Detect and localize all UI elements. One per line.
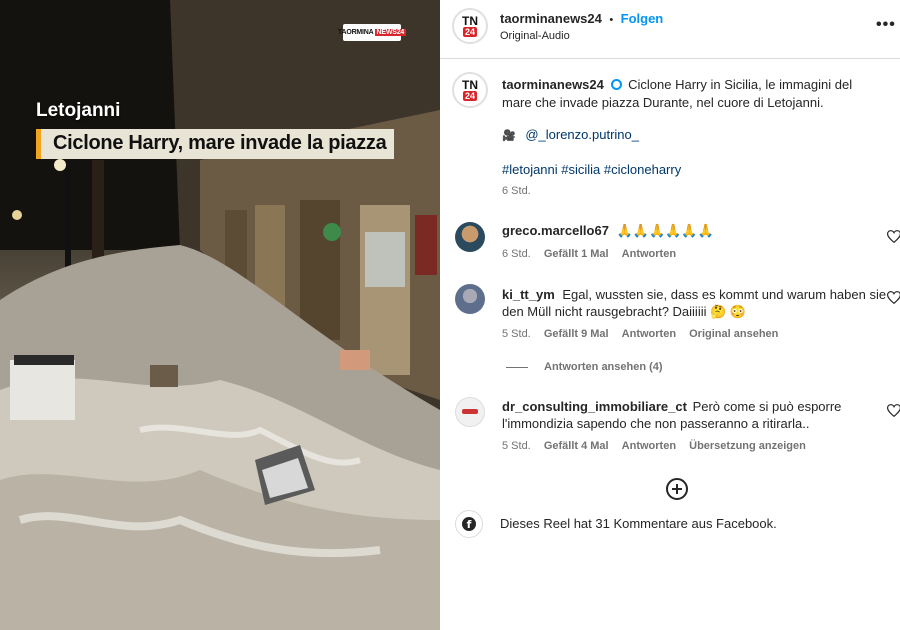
caption-avatar[interactable]: TN 24 bbox=[452, 72, 488, 108]
post-header: taorminanews24 • Folgen bbox=[500, 11, 663, 28]
header-divider bbox=[440, 58, 900, 59]
comment-1-body: greco.marcello67 🙏🙏🙏🙏🙏🙏 bbox=[502, 223, 714, 239]
view-replies-button[interactable]: Antworten ansehen (4) bbox=[544, 361, 663, 373]
comment-likes[interactable]: Gefällt 9 Mal bbox=[544, 328, 609, 340]
comment-avatar[interactable] bbox=[455, 284, 485, 314]
video-headline: Ciclone Harry, mare invade la piazza bbox=[36, 129, 395, 159]
comment-text: Egal, wussten sie, dass es kommt und war… bbox=[502, 287, 887, 319]
caption-mention-link[interactable]: @_lorenzo.putrino_ bbox=[525, 127, 639, 142]
header-separator: • bbox=[609, 14, 614, 26]
flood-scene-image bbox=[0, 0, 440, 630]
reel-video[interactable]: TAORMINA NEWS24 Letojanni Ciclone Harry, … bbox=[0, 0, 440, 630]
account-avatar[interactable]: TN 24 bbox=[452, 8, 488, 44]
see-original-button[interactable]: Original ansehen bbox=[689, 328, 778, 340]
news-watermark-logo: TAORMINA NEWS24 bbox=[338, 24, 407, 41]
comment-likes[interactable]: Gefällt 4 Mal bbox=[544, 440, 609, 452]
facebook-icon: f bbox=[455, 510, 483, 538]
comment-likes[interactable]: Gefällt 1 Mal bbox=[544, 248, 609, 260]
caption-username[interactable]: taorminanews24 bbox=[502, 77, 604, 92]
comment-username[interactable]: ki_tt_ym bbox=[502, 287, 555, 302]
facebook-comments-note: Dieses Reel hat 31 Kommentare aus Facebo… bbox=[500, 516, 777, 531]
follow-button[interactable]: Folgen bbox=[621, 11, 664, 26]
caption-time[interactable]: 6 Std. bbox=[502, 185, 531, 197]
comment-username[interactable]: dr_consulting_immobiliare_ct bbox=[502, 399, 687, 414]
video-place-label: Letojanni bbox=[36, 100, 121, 121]
comment-2-meta: 5 Std. Gefällt 9 Mal Antworten Original … bbox=[502, 328, 778, 340]
plus-circle-icon[interactable] bbox=[665, 477, 689, 501]
comment-username[interactable]: greco.marcello67 bbox=[502, 223, 609, 238]
comment-reply-button[interactable]: Antworten bbox=[622, 248, 676, 260]
comment-2-body: ki_tt_ym Egal, wussten sie, dass es komm… bbox=[502, 286, 887, 320]
caption-mention-row: 🎥 @_lorenzo.putrino_ bbox=[502, 127, 639, 142]
comment-time[interactable]: 5 Std. bbox=[502, 328, 531, 340]
comment-3-body: dr_consulting_immobiliare_ct Però come s… bbox=[502, 398, 887, 432]
comment-reply-button[interactable]: Antworten bbox=[622, 440, 676, 452]
comment-reply-button[interactable]: Antworten bbox=[622, 328, 676, 340]
verified-badge-icon bbox=[610, 79, 622, 90]
replies-line bbox=[506, 367, 528, 368]
translate-button[interactable]: Übersetzung anzeigen bbox=[689, 440, 806, 452]
like-heart-icon[interactable] bbox=[887, 404, 900, 417]
comment-text: 🙏🙏🙏🙏🙏🙏 bbox=[616, 223, 714, 238]
header-username[interactable]: taorminanews24 bbox=[500, 11, 602, 26]
comment-time[interactable]: 5 Std. bbox=[502, 440, 531, 452]
like-heart-icon[interactable] bbox=[887, 291, 900, 304]
camera-icon: 🎥 bbox=[502, 130, 516, 142]
caption-hashtags[interactable]: #letojanni #sicilia #cicloneharry bbox=[502, 162, 681, 177]
like-heart-icon[interactable] bbox=[887, 230, 900, 243]
comment-3-meta: 5 Std. Gefällt 4 Mal Antworten Übersetzu… bbox=[502, 440, 806, 452]
comment-avatar[interactable] bbox=[455, 222, 485, 252]
more-dots-icon[interactable]: ••• bbox=[876, 16, 896, 34]
comment-avatar[interactable] bbox=[455, 397, 485, 427]
comment-time[interactable]: 6 Std. bbox=[502, 248, 531, 260]
original-audio-link[interactable]: Original-Audio bbox=[500, 30, 570, 42]
comment-1-meta: 6 Std. Gefällt 1 Mal Antworten bbox=[502, 248, 676, 260]
caption-block: taorminanews24 Ciclone Harry in Sicilia,… bbox=[502, 76, 872, 112]
